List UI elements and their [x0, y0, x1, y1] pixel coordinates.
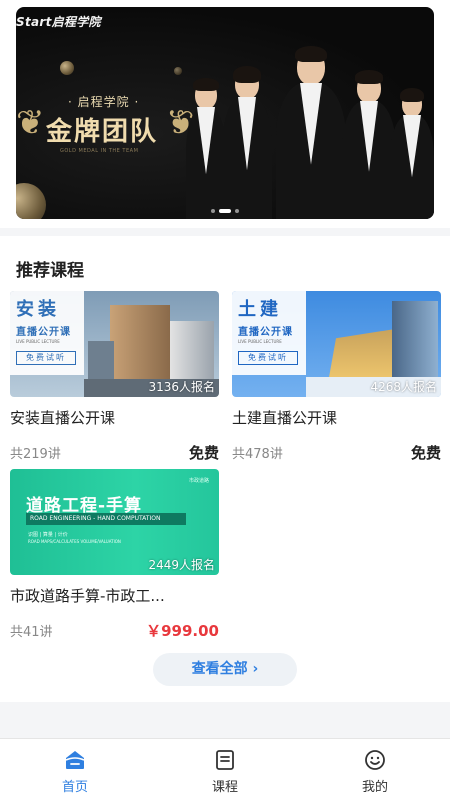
lesson-count: 共219讲 [10, 447, 61, 462]
banner-orb-large [16, 183, 46, 219]
banner-headline: 金牌团队 [46, 117, 159, 147]
enrolled-count: 4268人报名 [370, 380, 437, 394]
course-title[interactable]: 市政道路手算-市政工... [10, 585, 165, 606]
team-photo [184, 39, 434, 219]
recommended-section: 推荐课程 安装 直播公开课 LIVE PUBLIC LECTURE 免费试听 3… [0, 236, 450, 702]
thumb-features: 识图 | 算量 | 计价 [28, 532, 68, 538]
course-icon [216, 750, 234, 770]
banner-subtitle: · 启程学院 · [68, 95, 140, 109]
course-meta: 共41讲 ￥999.00 [10, 620, 219, 641]
enrolled-count: 3136人报名 [148, 380, 215, 394]
course-card-3[interactable]: 市政道路 道路工程-手算 ROAD ENGINEERING - HAND COM… [10, 469, 219, 645]
course-price: ￥999.00 [146, 622, 219, 640]
tab-label: 我的 [361, 780, 388, 795]
course-card-1[interactable]: 安装 直播公开课 LIVE PUBLIC LECTURE 免费试听 3136人报… [10, 291, 219, 467]
course-title[interactable]: 土建直播公开课 [232, 407, 337, 428]
bottom-tab-bar: 首页 课程 我的 [0, 738, 450, 800]
profile-icon [365, 750, 385, 770]
course-thumbnail[interactable]: 市政道路 道路工程-手算 ROAD ENGINEERING - HAND COM… [10, 469, 219, 575]
banner-section: Start启程学院 · 启程学院 · ❦ 金牌团队 ❦ GOLD MEDAL I… [0, 0, 450, 228]
tab-label: 课程 [211, 780, 238, 795]
course-price: 免费 [188, 444, 219, 462]
enrolled-count: 2449人报名 [148, 558, 215, 572]
banner-orb-tiny [174, 67, 182, 75]
tab-label: 首页 [61, 780, 88, 795]
home-icon [65, 751, 85, 769]
banner-carousel[interactable]: Start启程学院 · 启程学院 · ❦ 金牌团队 ❦ GOLD MEDAL I… [16, 7, 434, 219]
section-title: 推荐课程 [16, 261, 84, 281]
lesson-count: 共478讲 [232, 447, 283, 462]
carousel-dot[interactable] [235, 209, 239, 213]
thumb-label: 土建 直播公开课 LIVE PUBLIC LECTURE 免费试听 [232, 291, 306, 375]
course-card-2[interactable]: 土建 直播公开课 LIVE PUBLIC LECTURE 免费试听 4268人报… [232, 291, 441, 467]
thumb-tag: 市政道路 [188, 478, 209, 484]
laurel-left-icon: ❦ [16, 103, 45, 143]
lesson-count: 共41讲 [10, 625, 53, 640]
carousel-dot-active[interactable] [219, 209, 231, 213]
tab-home[interactable]: 首页 [0, 739, 150, 800]
course-thumbnail[interactable]: 土建 直播公开课 LIVE PUBLIC LECTURE 免费试听 4268人报… [232, 291, 441, 397]
banner-tagline: GOLD MEDAL IN THE TEAM [60, 148, 139, 154]
course-meta: 共478讲 免费 [232, 442, 441, 463]
banner-logo: Start启程学院 [16, 15, 101, 29]
course-price: 免费 [410, 444, 441, 462]
course-title[interactable]: 安装直播公开课 [10, 407, 115, 428]
thumb-subtitle: ROAD ENGINEERING - HAND COMPUTATION [26, 513, 186, 525]
course-meta: 共219讲 免费 [10, 442, 219, 463]
tab-course[interactable]: 课程 [150, 739, 300, 800]
course-thumbnail[interactable]: 安装 直播公开课 LIVE PUBLIC LECTURE 免费试听 3136人报… [10, 291, 219, 397]
tab-profile[interactable]: 我的 [300, 739, 450, 800]
banner-orb-small [60, 61, 74, 75]
thumb-features-en: ROAD MAPS/CALCULATES VOLUME/VALUATION [28, 539, 121, 544]
carousel-dot[interactable] [211, 209, 215, 213]
view-all-button[interactable]: 查看全部 › [153, 653, 297, 686]
carousel-indicator[interactable] [211, 209, 239, 213]
thumb-label: 安装 直播公开课 LIVE PUBLIC LECTURE 免费试听 [10, 291, 84, 375]
